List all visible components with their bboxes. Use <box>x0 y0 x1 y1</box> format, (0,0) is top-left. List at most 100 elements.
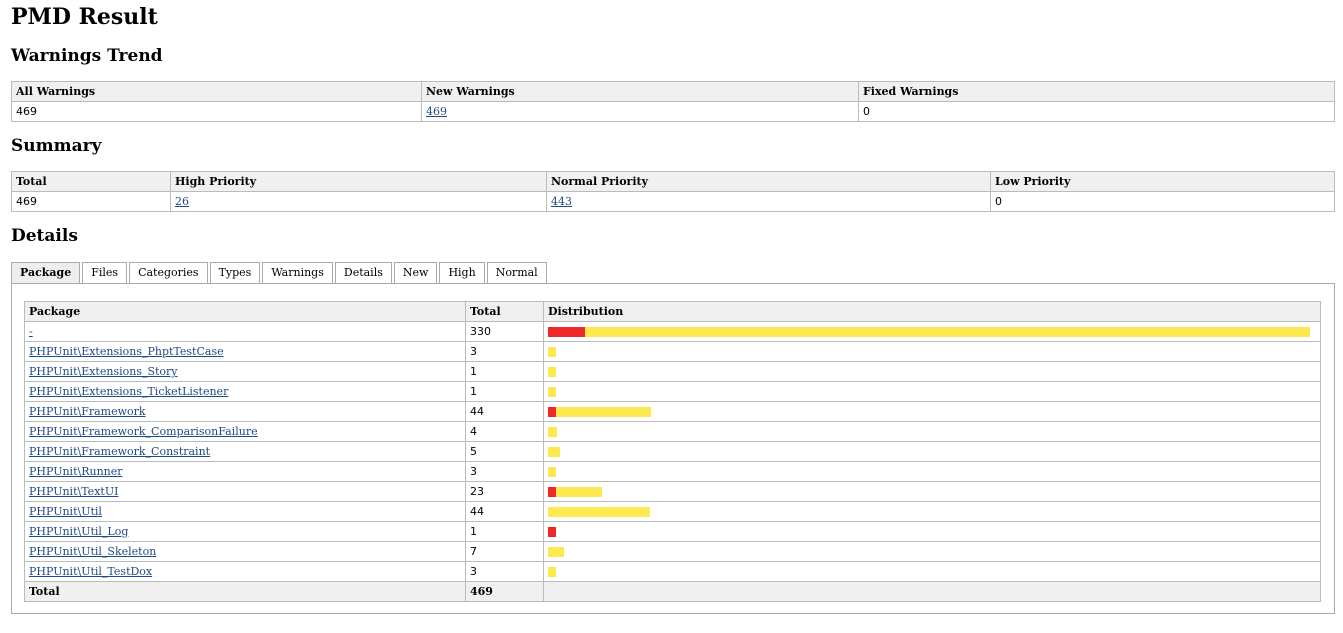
package-link[interactable]: PHPUnit\Runner <box>29 465 123 478</box>
normal-priority-bar <box>548 566 556 577</box>
tab-normal[interactable]: Normal <box>486 262 547 283</box>
warnings-trend-table: All Warnings New Warnings Fixed Warnings… <box>11 81 1335 122</box>
distribution-cell <box>543 361 1321 382</box>
summary-table: Total High Priority Normal Priority Low … <box>11 171 1335 212</box>
warnings-trend-heading: Warnings Trend <box>11 46 163 66</box>
package-link[interactable]: PHPUnit\Framework_ComparisonFailure <box>29 425 258 438</box>
distribution-bar <box>548 566 1316 577</box>
normal-priority-bar <box>548 446 560 457</box>
distribution-cell <box>543 561 1321 582</box>
package-total: 330 <box>465 321 544 342</box>
distribution-bar <box>548 386 1316 397</box>
normal-priority-bar <box>548 426 557 437</box>
distribution-cell <box>543 481 1321 502</box>
header-normal-priority: Normal Priority <box>546 171 991 192</box>
table-row: PHPUnit\Framework_Constraint 5 <box>24 441 1321 462</box>
summary-total-value: 469 <box>11 191 171 212</box>
package-link[interactable]: PHPUnit\Extensions_PhptTestCase <box>29 345 224 358</box>
package-total: 4 <box>465 421 544 442</box>
header-high-priority: High Priority <box>170 171 547 192</box>
table-row: PHPUnit\Runner 3 <box>24 461 1321 482</box>
package-link[interactable]: PHPUnit\Framework <box>29 405 146 418</box>
package-total: 1 <box>465 521 544 542</box>
table-row: - 330 <box>24 321 1321 342</box>
distribution-bar <box>548 546 1316 557</box>
package-link[interactable]: PHPUnit\Util_Skeleton <box>29 545 156 558</box>
tab-warnings[interactable]: Warnings <box>262 262 333 283</box>
distribution-cell <box>543 501 1321 522</box>
package-link[interactable]: PHPUnit\Util_Log <box>29 525 128 538</box>
table-row: PHPUnit\Extensions_Story 1 <box>24 361 1321 382</box>
tab-files[interactable]: Files <box>82 262 128 283</box>
normal-priority-bar <box>556 406 651 417</box>
package-link[interactable]: PHPUnit\Extensions_Story <box>29 365 178 378</box>
header-all-warnings: All Warnings <box>11 81 422 102</box>
normal-priority-bar <box>548 346 556 357</box>
package-total: 23 <box>465 481 544 502</box>
package-table: Package Total Distribution -330 PHPUnit\E… <box>24 301 1321 602</box>
distribution-bar <box>548 466 1316 477</box>
table-row: PHPUnit\Util_Log 1 <box>24 521 1321 542</box>
package-total: 3 <box>465 461 544 482</box>
package-total: 3 <box>465 341 544 362</box>
distribution-cell <box>543 421 1321 442</box>
high-priority-bar <box>548 406 556 417</box>
tab-high[interactable]: High <box>439 262 485 283</box>
distribution-cell <box>543 461 1321 482</box>
distribution-cell <box>543 401 1321 422</box>
distribution-bar <box>548 366 1316 377</box>
table-row: PHPUnit\Util 44 <box>24 501 1321 522</box>
distribution-bar <box>548 506 1316 517</box>
package-link[interactable]: PHPUnit\Util <box>29 505 102 518</box>
footer-label: Total <box>24 581 466 602</box>
table-row: PHPUnit\Framework 44 <box>24 401 1321 422</box>
normal-priority-bar <box>548 466 556 477</box>
package-link[interactable]: PHPUnit\Extensions_TicketListener <box>29 385 228 398</box>
package-total: 44 <box>465 401 544 422</box>
page-title: PMD Result <box>11 4 158 30</box>
normal-priority-link[interactable]: 443 <box>551 195 572 208</box>
details-heading: Details <box>11 226 78 246</box>
package-total: 7 <box>465 541 544 562</box>
table-row: PHPUnit\Extensions_TicketListener 1 <box>24 381 1321 402</box>
distribution-cell <box>543 341 1321 362</box>
package-total: 5 <box>465 441 544 462</box>
details-tab-panel: Package Total Distribution -330 PHPUnit\E… <box>11 283 1335 614</box>
header-distribution: Distribution <box>543 301 1321 322</box>
table-row: PHPUnit\Extensions_PhptTestCase 3 <box>24 341 1321 362</box>
all-warnings-value: 469 <box>11 101 422 122</box>
table-footer-row: Total 469 <box>24 581 1321 602</box>
tab-details[interactable]: Details <box>334 262 392 283</box>
header-package-total: Total <box>465 301 544 322</box>
high-priority-bar <box>548 526 556 537</box>
details-tab-bar: Package Files Categories Types Warnings Detai… <box>11 262 549 284</box>
package-link[interactable]: PHPUnit\Util_TestDox <box>29 565 152 578</box>
high-priority-link[interactable]: 26 <box>175 195 189 208</box>
distribution-bar <box>548 326 1316 337</box>
distribution-bar <box>548 486 1316 497</box>
package-link[interactable]: - <box>29 325 33 338</box>
distribution-cell <box>543 521 1321 542</box>
package-link[interactable]: PHPUnit\Framework_Constraint <box>29 445 210 458</box>
tab-types[interactable]: Types <box>209 262 261 283</box>
new-warnings-link[interactable]: 469 <box>426 105 447 118</box>
package-link[interactable]: PHPUnit\TextUI <box>29 485 118 498</box>
package-total: 3 <box>465 561 544 582</box>
tab-categories[interactable]: Categories <box>129 262 208 283</box>
fixed-warnings-value: 0 <box>858 101 1335 122</box>
high-priority-bar <box>548 486 556 497</box>
package-total: 1 <box>465 361 544 382</box>
tab-new[interactable]: New <box>393 262 438 283</box>
normal-priority-bar <box>556 486 602 497</box>
tab-package[interactable]: Package <box>11 262 81 284</box>
high-priority-bar <box>548 326 585 337</box>
distribution-bar <box>548 426 1316 437</box>
footer-total: 469 <box>465 581 544 602</box>
summary-heading: Summary <box>11 136 102 156</box>
package-total: 1 <box>465 381 544 402</box>
normal-priority-bar <box>548 366 556 377</box>
header-total: Total <box>11 171 171 192</box>
header-low-priority: Low Priority <box>990 171 1335 192</box>
distribution-bar <box>548 346 1316 357</box>
normal-priority-bar <box>548 506 650 517</box>
